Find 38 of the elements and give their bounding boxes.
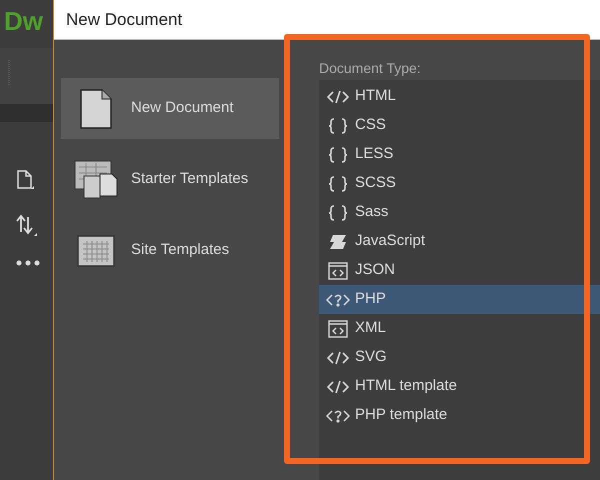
gripper-icon bbox=[8, 60, 11, 86]
list-item[interactable]: SCSS bbox=[319, 169, 600, 198]
category-item[interactable]: New Document bbox=[61, 78, 279, 139]
code-question-icon bbox=[326, 408, 350, 422]
list-item[interactable]: JavaScript bbox=[319, 227, 600, 256]
list-item[interactable]: LESS bbox=[319, 140, 600, 169]
braces-icon bbox=[328, 176, 348, 192]
code-tag-icon bbox=[327, 380, 349, 394]
list-item[interactable]: JSON bbox=[319, 256, 600, 285]
scroll-icon bbox=[329, 234, 347, 250]
up-down-arrows-icon[interactable] bbox=[16, 214, 38, 236]
list-item[interactable]: HTML bbox=[319, 82, 600, 111]
grid-template-icon bbox=[77, 234, 115, 266]
list-item[interactable]: HTML template bbox=[319, 372, 600, 401]
category-item[interactable]: Starter Templates bbox=[61, 149, 279, 210]
code-question-icon bbox=[326, 292, 350, 306]
category-item[interactable]: Site Templates bbox=[61, 220, 279, 281]
list-item[interactable]: XML bbox=[319, 314, 600, 343]
code-file-icon bbox=[328, 262, 348, 280]
window-title: New Document bbox=[66, 8, 182, 31]
list-item[interactable]: SVG bbox=[319, 343, 600, 372]
app-logo: Dw bbox=[4, 4, 43, 38]
toolbar-divider-bar bbox=[0, 104, 53, 122]
document-icon bbox=[80, 88, 112, 128]
list-item[interactable]: PHP bbox=[319, 285, 600, 314]
braces-icon bbox=[328, 204, 348, 220]
braces-icon bbox=[328, 146, 348, 162]
list-item[interactable]: Sass bbox=[319, 198, 600, 227]
new-file-icon[interactable] bbox=[16, 170, 36, 190]
code-file-icon bbox=[328, 320, 348, 338]
section-label: Document Type: bbox=[319, 59, 422, 78]
more-icon[interactable] bbox=[16, 260, 40, 266]
code-tag-icon bbox=[327, 350, 349, 364]
list-item[interactable]: CSS bbox=[319, 111, 600, 140]
code-tag-icon bbox=[327, 90, 349, 104]
templates-icon bbox=[74, 160, 118, 200]
braces-icon bbox=[328, 118, 348, 134]
list-item[interactable]: PHP template bbox=[319, 401, 600, 430]
